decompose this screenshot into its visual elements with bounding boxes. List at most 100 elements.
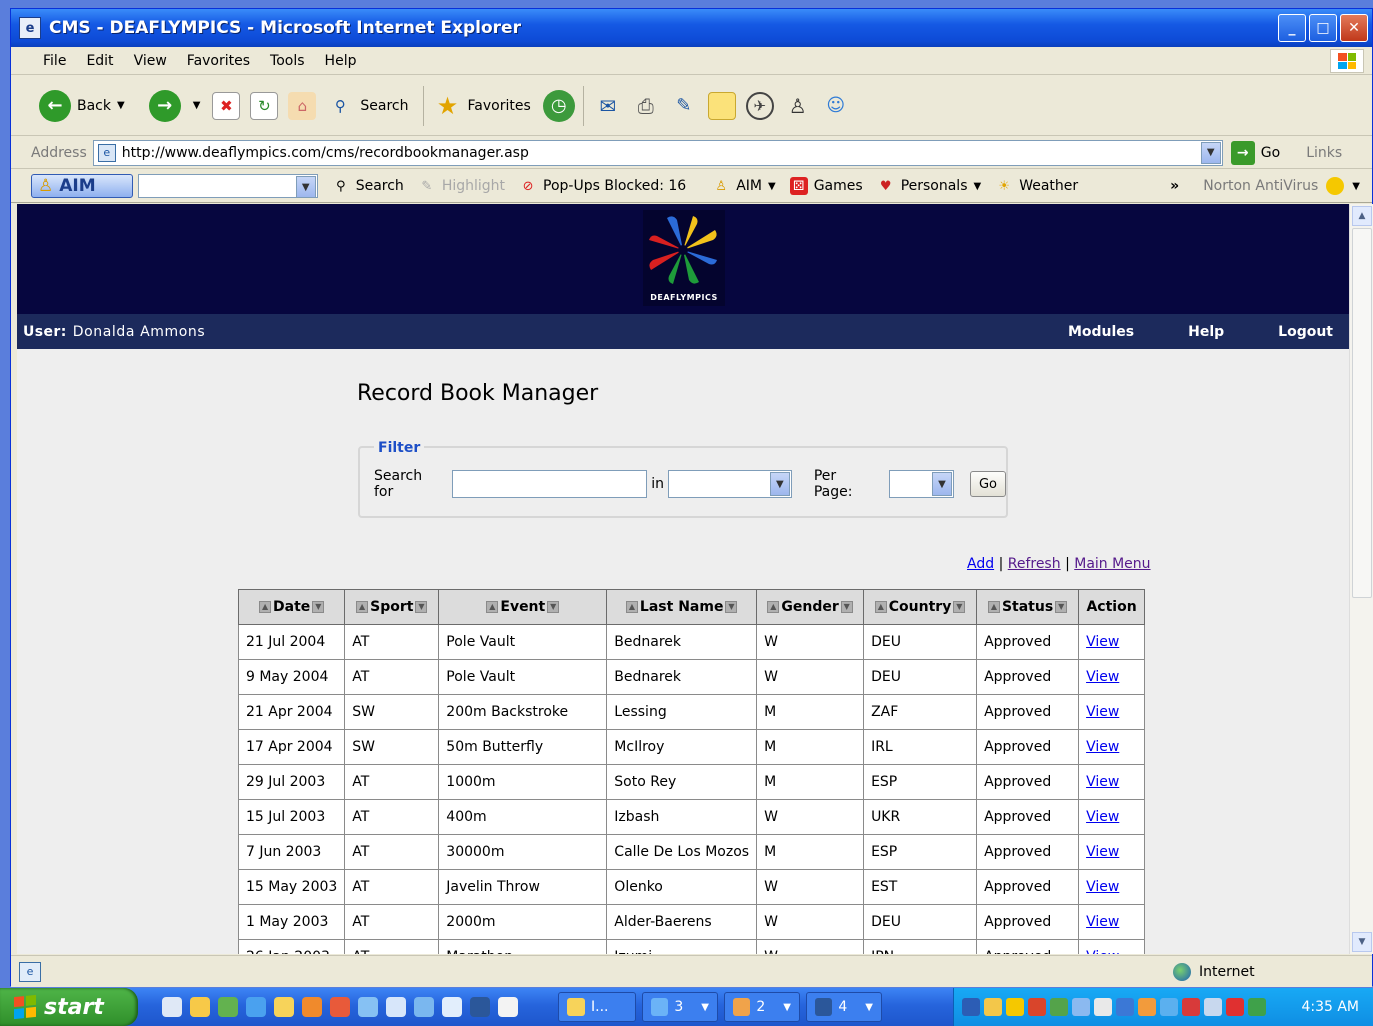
- sort-asc-icon[interactable]: ▲: [767, 601, 780, 613]
- filter-go-button[interactable]: Go: [969, 471, 1006, 497]
- sort-desc-icon[interactable]: ▼: [547, 601, 560, 613]
- aim-menu-button[interactable]: ♙ AIM: [31, 174, 133, 198]
- norton-dropdown-icon[interactable]: ▼: [1352, 181, 1360, 192]
- highlight-button[interactable]: ✎ Highlight: [418, 177, 505, 195]
- taskbar-button-1[interactable]: I...: [558, 992, 636, 1022]
- mail-icon[interactable]: [386, 997, 406, 1017]
- column-header-last-name[interactable]: ▲ Last Name ▼: [606, 589, 758, 625]
- tray-icon[interactable]: [1226, 998, 1244, 1016]
- view-link[interactable]: View: [1086, 844, 1119, 860]
- aim-dropdown-icon[interactable]: ▼: [768, 181, 776, 192]
- toolbar-overflow-icon[interactable]: »: [1170, 178, 1179, 194]
- menu-view[interactable]: View: [124, 53, 177, 69]
- aim-person-icon[interactable]: ♙: [784, 92, 812, 120]
- sort-asc-icon[interactable]: ▲: [625, 601, 638, 613]
- view-link[interactable]: View: [1086, 774, 1119, 790]
- taskbar-button-ie-group[interactable]: 3 ▼: [642, 992, 718, 1022]
- column-header-date[interactable]: ▲ Date ▼: [237, 589, 346, 625]
- view-link[interactable]: View: [1086, 739, 1119, 755]
- view-link[interactable]: View: [1086, 634, 1119, 650]
- refresh-icon[interactable]: ↻: [250, 91, 279, 120]
- tray-icon[interactable]: [1138, 998, 1156, 1016]
- start-button[interactable]: start: [0, 988, 138, 1026]
- quicklaunch-icon[interactable]: [358, 997, 378, 1017]
- taskbar-button-group-2[interactable]: 2 ▼: [724, 992, 800, 1022]
- quicklaunch-icon[interactable]: [442, 997, 462, 1017]
- tray-icon[interactable]: [1050, 998, 1068, 1016]
- tray-icon[interactable]: [1248, 998, 1266, 1016]
- back-dropdown-icon[interactable]: ▼: [117, 100, 125, 111]
- scroll-thumb[interactable]: [1352, 228, 1372, 598]
- tray-icon[interactable]: [1072, 998, 1090, 1016]
- go-button[interactable]: → Go: [1230, 140, 1280, 165]
- popups-blocked-button[interactable]: ⊘ Pop-Ups Blocked: 16: [519, 177, 687, 195]
- search-for-input[interactable]: [451, 470, 648, 498]
- view-link[interactable]: View: [1086, 914, 1119, 930]
- tray-icon[interactable]: [1028, 998, 1046, 1016]
- view-link[interactable]: View: [1086, 949, 1119, 954]
- search-button[interactable]: ⚲ Search: [326, 92, 409, 120]
- word-icon[interactable]: [470, 997, 490, 1017]
- view-link[interactable]: View: [1086, 669, 1119, 685]
- address-input[interactable]: e http://www.deaflympics.com/cms/recordb…: [92, 139, 1223, 166]
- quicklaunch-icon[interactable]: [162, 997, 182, 1017]
- sort-asc-icon[interactable]: ▲: [486, 601, 499, 613]
- firefox-icon[interactable]: [302, 997, 322, 1017]
- menu-tools[interactable]: Tools: [260, 53, 315, 69]
- aim-button[interactable]: ♙ AIM ▼: [712, 177, 776, 195]
- aim-icon[interactable]: [190, 997, 210, 1017]
- search-field-select[interactable]: ▼: [668, 470, 792, 498]
- column-header-sport[interactable]: ▲ Sport ▼: [344, 589, 440, 625]
- sort-desc-icon[interactable]: ▼: [1055, 601, 1068, 613]
- messenger-icon[interactable]: ☺: [822, 92, 850, 120]
- tray-icon[interactable]: [1160, 998, 1178, 1016]
- scroll-up-icon[interactable]: ▲: [1352, 206, 1372, 226]
- menu-edit[interactable]: Edit: [76, 53, 123, 69]
- favorites-button[interactable]: ★ Favorites: [434, 92, 531, 120]
- address-dropdown-icon[interactable]: ▼: [1200, 141, 1221, 164]
- column-header-country[interactable]: ▲ Country ▼: [863, 589, 978, 625]
- view-link[interactable]: View: [1086, 809, 1119, 825]
- quicklaunch-icon[interactable]: [218, 997, 238, 1017]
- refresh-link[interactable]: Refresh: [1008, 556, 1061, 572]
- add-link[interactable]: Add: [967, 556, 994, 572]
- quicklaunch-icon[interactable]: [414, 997, 434, 1017]
- print-icon[interactable]: ⎙: [632, 92, 660, 120]
- links-button[interactable]: Links: [1306, 145, 1342, 161]
- tray-icon[interactable]: [1204, 998, 1222, 1016]
- sort-asc-icon[interactable]: ▲: [259, 601, 272, 613]
- personals-dropdown-icon[interactable]: ▼: [974, 181, 982, 192]
- norton-tray-icon[interactable]: [1006, 998, 1024, 1016]
- personals-button[interactable]: ♥ Personals ▼: [877, 177, 982, 195]
- sort-asc-icon[interactable]: ▲: [987, 601, 1000, 613]
- view-link[interactable]: View: [1086, 879, 1119, 895]
- notes-icon[interactable]: [707, 91, 736, 120]
- column-header-gender[interactable]: ▲ Gender ▼: [756, 589, 865, 625]
- aim-search-input[interactable]: ▼: [137, 174, 318, 198]
- nav-help-link[interactable]: Help: [1188, 324, 1224, 340]
- per-page-select[interactable]: ▼: [889, 470, 954, 498]
- ie-icon[interactable]: [246, 997, 266, 1017]
- forward-button[interactable]: →: [148, 89, 181, 122]
- quicklaunch-icon[interactable]: [330, 997, 350, 1017]
- back-button[interactable]: ← Back ▼: [39, 89, 137, 122]
- menu-file[interactable]: File: [33, 53, 76, 69]
- column-header-event[interactable]: ▲ Event ▼: [438, 589, 608, 625]
- stop-icon[interactable]: ✖: [212, 91, 241, 120]
- nav-modules-link[interactable]: Modules: [1068, 324, 1134, 340]
- edit-icon[interactable]: ✎: [670, 92, 698, 120]
- sort-asc-icon[interactable]: ▲: [874, 601, 887, 613]
- sort-desc-icon[interactable]: ▼: [415, 601, 428, 613]
- media-icon[interactable]: [498, 997, 518, 1017]
- aim-search-dropdown-icon[interactable]: ▼: [295, 176, 316, 198]
- minimize-button[interactable]: _: [1278, 14, 1306, 42]
- tray-icon[interactable]: [1094, 998, 1112, 1016]
- menu-help[interactable]: Help: [315, 53, 367, 69]
- view-link[interactable]: View: [1086, 704, 1119, 720]
- mail-icon[interactable]: ✉: [594, 92, 622, 120]
- home-icon[interactable]: ⌂: [288, 91, 317, 120]
- nav-logout-link[interactable]: Logout: [1278, 324, 1333, 340]
- vertical-scrollbar[interactable]: ▲ ▼: [1349, 204, 1373, 954]
- main-menu-link[interactable]: Main Menu: [1074, 556, 1150, 572]
- research-icon[interactable]: ✈: [745, 91, 774, 120]
